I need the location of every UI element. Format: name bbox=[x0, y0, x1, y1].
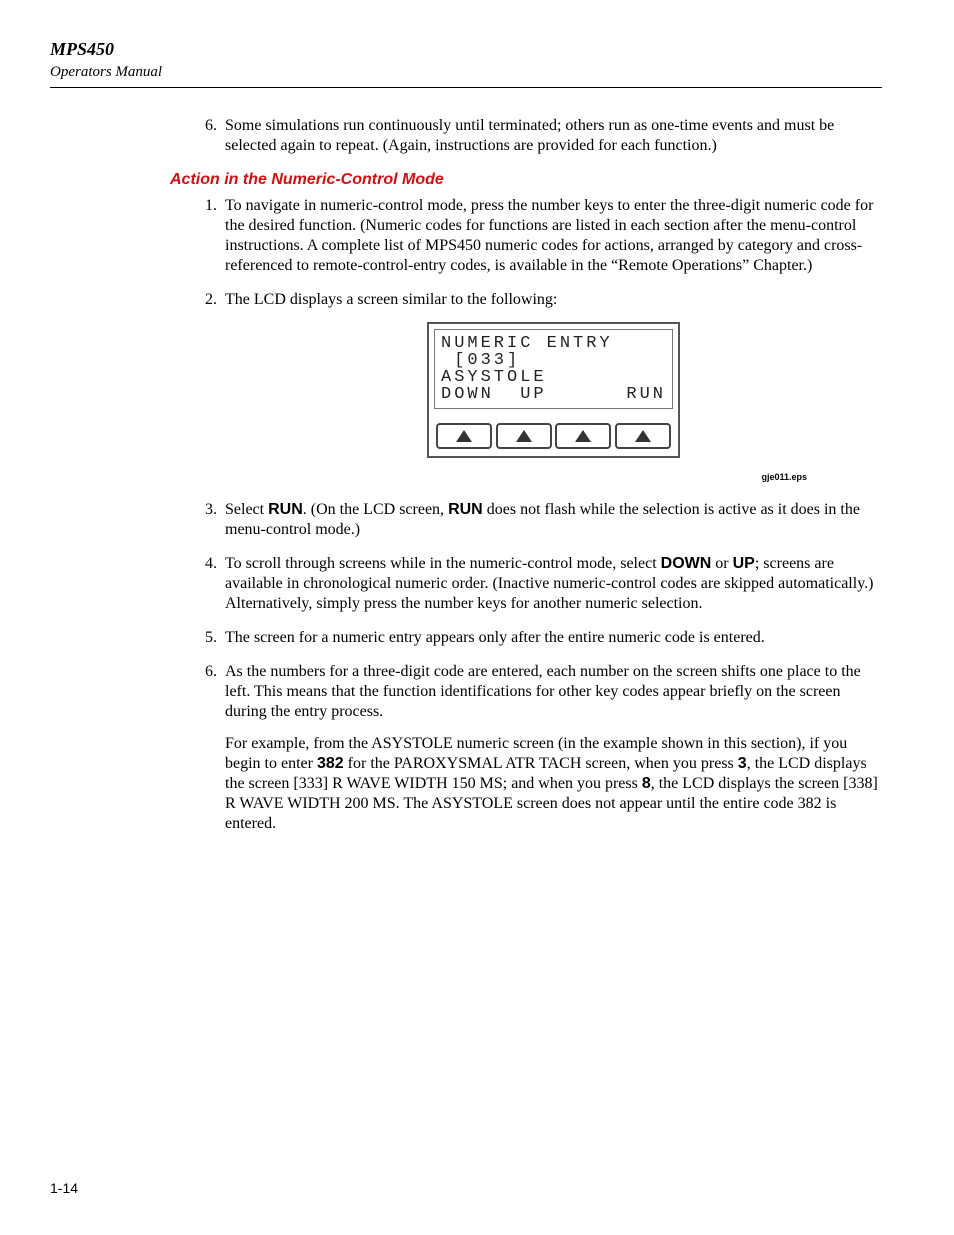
bold-run: 3 bbox=[738, 755, 747, 772]
softkey-1[interactable] bbox=[436, 423, 492, 449]
list-text: The screen for a numeric entry appears o… bbox=[225, 628, 882, 648]
numeric-control-list-continued: 3. Select RUN. (On the LCD screen, RUN d… bbox=[50, 500, 882, 834]
continuation-list: 6. Some simulations run continuously unt… bbox=[50, 116, 882, 156]
lcd-device: NUMERIC ENTRY [033]ASYSTOLEDOWN UP RUN bbox=[427, 322, 680, 458]
list-marker: 6. bbox=[195, 662, 217, 682]
triangle-up-icon bbox=[575, 430, 591, 442]
list-text: The LCD displays a screen similar to the… bbox=[225, 290, 882, 310]
triangle-up-icon bbox=[635, 430, 651, 442]
bold-run: UP bbox=[733, 555, 755, 572]
list-item: 6. Some simulations run continuously unt… bbox=[195, 116, 882, 156]
running-header: MPS450 Operators Manual bbox=[50, 38, 882, 88]
bold-run: DOWN bbox=[661, 555, 712, 572]
list-text: To navigate in numeric-control mode, pre… bbox=[225, 196, 882, 276]
list-text: To scroll through screens while in the n… bbox=[225, 554, 882, 614]
list-marker: 3. bbox=[195, 500, 217, 520]
figure-caption: gje011.eps bbox=[50, 472, 882, 483]
page: MPS450 Operators Manual 6. Some simulati… bbox=[0, 0, 954, 1235]
triangle-up-icon bbox=[516, 430, 532, 442]
list-marker: 1. bbox=[195, 196, 217, 216]
list-item: 1. To navigate in numeric-control mode, … bbox=[195, 196, 882, 276]
page-number: 1-14 bbox=[50, 1180, 78, 1198]
list-text: For example, from the ASYSTOLE numeric s… bbox=[225, 734, 882, 834]
lcd-screen: NUMERIC ENTRY [033]ASYSTOLEDOWN UP RUN bbox=[434, 329, 673, 409]
doc-title: MPS450 bbox=[50, 38, 882, 61]
section-heading: Action in the Numeric-Control Mode bbox=[170, 170, 882, 190]
triangle-up-icon bbox=[456, 430, 472, 442]
list-item: 2. The LCD displays a screen similar to … bbox=[195, 290, 882, 458]
lcd-line-3: ASYSTOLE bbox=[441, 369, 666, 386]
bold-run: 8 bbox=[642, 775, 651, 792]
softkey-4[interactable] bbox=[615, 423, 671, 449]
bold-run: RUN bbox=[448, 501, 483, 518]
list-text: Select RUN. (On the LCD screen, RUN does… bbox=[225, 500, 882, 540]
softkey-3[interactable] bbox=[555, 423, 611, 449]
lcd-figure: NUMERIC ENTRY [033]ASYSTOLEDOWN UP RUN bbox=[427, 322, 680, 458]
lcd-line-2: [033] bbox=[441, 352, 666, 369]
list-item: 3. Select RUN. (On the LCD screen, RUN d… bbox=[195, 500, 882, 540]
bold-run: RUN bbox=[268, 501, 303, 518]
numeric-control-list: 1. To navigate in numeric-control mode, … bbox=[50, 196, 882, 458]
lcd-line-4: DOWN UP RUN bbox=[441, 386, 666, 403]
bold-run: 382 bbox=[317, 755, 344, 772]
lcd-left-label: DOWN UP bbox=[441, 386, 547, 403]
doc-subtitle: Operators Manual bbox=[50, 63, 882, 82]
list-marker: 5. bbox=[195, 628, 217, 648]
list-marker: 6. bbox=[195, 116, 217, 136]
lcd-button-row bbox=[434, 423, 673, 449]
list-item: 4. To scroll through screens while in th… bbox=[195, 554, 882, 614]
list-text: As the numbers for a three-digit code ar… bbox=[225, 662, 882, 722]
lcd-right-label: RUN bbox=[626, 386, 666, 403]
list-text: Some simulations run continuously until … bbox=[225, 116, 882, 156]
list-marker: 2. bbox=[195, 290, 217, 310]
list-item: 5. The screen for a numeric entry appear… bbox=[195, 628, 882, 648]
lcd-line-1: NUMERIC ENTRY bbox=[441, 335, 666, 352]
list-marker: 4. bbox=[195, 554, 217, 574]
softkey-2[interactable] bbox=[496, 423, 552, 449]
list-item: 6. As the numbers for a three-digit code… bbox=[195, 662, 882, 834]
